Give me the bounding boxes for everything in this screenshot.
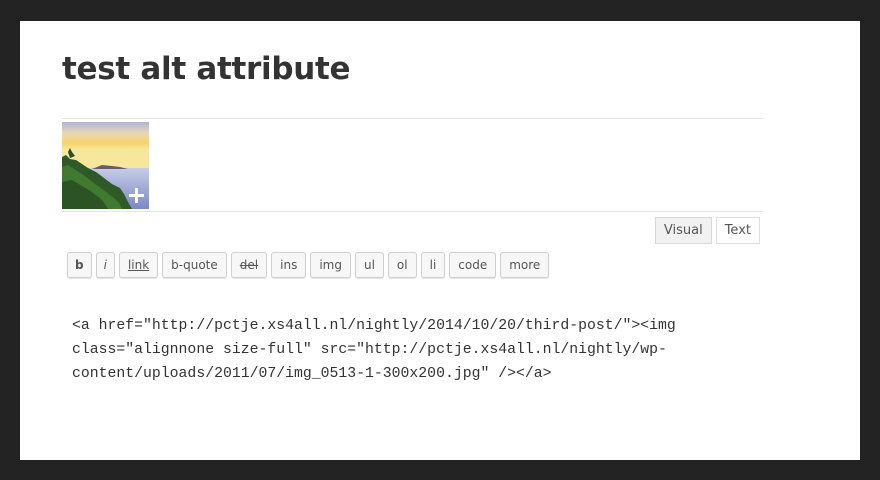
tab-text[interactable]: Text bbox=[715, 217, 760, 244]
italic-button[interactable]: i bbox=[95, 252, 115, 278]
editor-textarea[interactable]: <a href="http://pctje.xs4all.nl/nightly/… bbox=[72, 314, 772, 386]
quicktags-toolbar: b i link b-quote del ins img ul ol li co… bbox=[67, 252, 550, 278]
ins-button[interactable]: ins bbox=[271, 252, 307, 278]
plus-icon bbox=[129, 188, 144, 203]
code-line: content/uploads/2011/07/img_0513-1-300x2… bbox=[72, 366, 552, 382]
code-line: class="alignnone size-full" src="http://… bbox=[72, 342, 667, 358]
featured-image-thumbnail[interactable] bbox=[62, 122, 149, 209]
img-button[interactable]: img bbox=[310, 252, 351, 278]
post-title: test alt attribute bbox=[62, 51, 351, 87]
li-button[interactable]: li bbox=[420, 252, 446, 278]
ul-button[interactable]: ul bbox=[354, 252, 384, 278]
ol-button[interactable]: ol bbox=[387, 252, 417, 278]
editor-panel: test alt attribute Visual Text b i link … bbox=[20, 21, 860, 460]
tab-visual[interactable]: Visual bbox=[654, 217, 712, 244]
divider bbox=[62, 118, 763, 119]
bold-button[interactable]: b bbox=[67, 252, 92, 278]
blockquote-button[interactable]: b-quote bbox=[162, 252, 227, 278]
code-button[interactable]: code bbox=[449, 252, 497, 278]
more-button[interactable]: more bbox=[500, 252, 550, 278]
link-button[interactable]: link bbox=[118, 252, 159, 278]
divider bbox=[62, 211, 763, 212]
code-line: <a href="http://pctje.xs4all.nl/nightly/… bbox=[72, 318, 676, 334]
editor-mode-tabs: Visual Text bbox=[654, 217, 760, 244]
del-button[interactable]: del bbox=[230, 252, 268, 278]
